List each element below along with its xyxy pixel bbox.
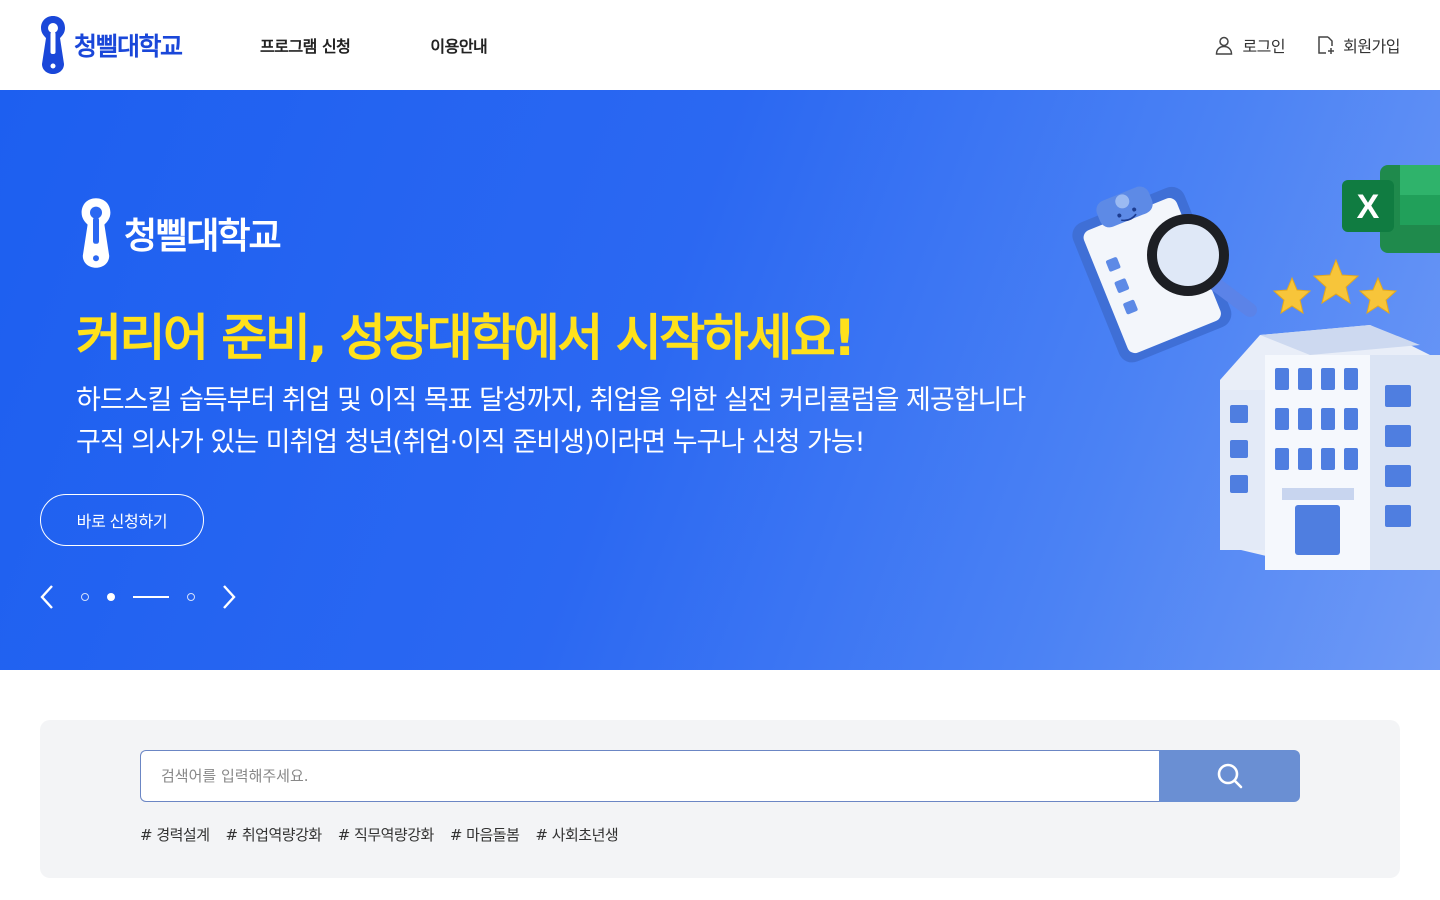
login-label: 로그인	[1242, 37, 1286, 56]
excel-app-icon: X	[1342, 165, 1440, 253]
slider-dot-2[interactable]	[107, 593, 115, 601]
tag-career-design[interactable]: # 경력설계	[140, 824, 210, 845]
hero-logo: 청삘대학교	[78, 192, 282, 274]
site-logo[interactable]: 청삘대학교	[38, 14, 183, 76]
chevron-right-icon	[223, 585, 236, 609]
slider-pagination	[36, 580, 240, 614]
rating-stars-icon	[1272, 258, 1398, 315]
nav-item-guide[interactable]: 이용안내	[430, 33, 487, 57]
building-icon	[1220, 325, 1440, 570]
hero-logo-text: 청삘대학교	[124, 216, 282, 257]
slider-dot-1[interactable]	[81, 593, 89, 601]
keyhole-logo-icon	[41, 16, 65, 74]
site-header: 청삘대학교 프로그램 신청 이용안내 로그인 회원가입	[0, 0, 1440, 90]
tag-mind-care[interactable]: # 마음돌봄	[450, 824, 520, 845]
hero-illustration: X	[1072, 165, 1440, 570]
hero-desc-line-2: 구직 의사가 있는 미취업 청년(취업·이직 준비생)이라면 누구나 신청 가능…	[76, 427, 866, 458]
logo-text: 청삘대학교	[74, 32, 183, 61]
search-input[interactable]	[140, 750, 1160, 802]
keyhole-logo-icon	[81, 198, 111, 268]
slider-prev-button[interactable]	[36, 580, 58, 614]
document-add-icon	[1318, 36, 1335, 54]
slider-dot-active[interactable]	[133, 596, 169, 598]
slider-dot-4[interactable]	[187, 593, 195, 601]
search-panel: # 경력설계 # 취업역량강화 # 직무역량강화 # 마음돌봄 # 사회초년생	[40, 720, 1400, 878]
hero-banner: 청삘대학교 커리어 준비, 성장대학에서 시작하세요! 하드스킬 습득부터 취업…	[0, 90, 1440, 670]
hero-desc-line-1: 하드스킬 습득부터 취업 및 이직 목표 달성까지, 취업을 위한 실전 커리큘…	[76, 385, 1026, 416]
nav-item-program-apply[interactable]: 프로그램 신청	[260, 33, 351, 57]
slider-next-button[interactable]	[218, 580, 240, 614]
hero-title: 커리어 준비, 성장대학에서 시작하세요!	[76, 309, 856, 367]
tag-employment-skills[interactable]: # 취업역량강화	[226, 824, 323, 845]
tag-job-skills[interactable]: # 직무역량강화	[338, 824, 435, 845]
signup-label: 회원가입	[1343, 37, 1400, 56]
user-icon	[1216, 36, 1233, 55]
svg-text:X: X	[1357, 188, 1380, 226]
tag-newcomer[interactable]: # 사회초년생	[535, 824, 618, 845]
header-utility: 로그인 회원가입	[1184, 0, 1400, 90]
login-link[interactable]: 로그인	[1214, 33, 1286, 57]
main-nav: 프로그램 신청 이용안내	[260, 0, 567, 90]
search-button[interactable]	[1159, 750, 1300, 802]
hero-description: 하드스킬 습득부터 취업 및 이직 목표 달성까지, 취업을 위한 실전 커리큘…	[76, 380, 1026, 464]
chevron-left-icon	[40, 585, 53, 609]
search-icon	[1217, 763, 1242, 789]
apply-now-button[interactable]: 바로 신청하기	[40, 494, 204, 546]
signup-link[interactable]: 회원가입	[1315, 33, 1400, 57]
popular-tags: # 경력설계 # 취업역량강화 # 직무역량강화 # 마음돌봄 # 사회초년생	[140, 824, 634, 845]
